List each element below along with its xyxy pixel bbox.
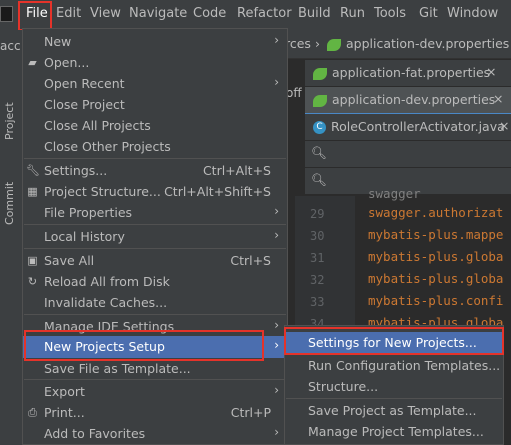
breadcrumb-file[interactable]: application-dev.properties	[327, 36, 509, 51]
side-panel-text: off	[286, 86, 302, 100]
menu-build[interactable]: Build	[298, 6, 331, 21]
menu-item-close-all-projects[interactable]: Close All Projects	[23, 115, 287, 136]
menu-code[interactable]: Code	[193, 6, 226, 21]
menu-item-add-to-favorites[interactable]: Add to Favorites ›	[23, 423, 287, 444]
line-number: 30	[310, 229, 325, 243]
chevron-right-icon: ›	[274, 204, 279, 218]
breadcrumb-path[interactable]: rces	[285, 36, 311, 51]
search-icon: 🔍︎	[311, 172, 327, 187]
spring-leaf-icon	[327, 38, 341, 51]
menu-item-export[interactable]: Export ›	[23, 381, 287, 402]
file-menu-highlight	[18, 1, 52, 31]
spring-leaf-icon	[313, 67, 327, 80]
line-number: 31	[310, 251, 325, 265]
class-icon: C	[313, 121, 326, 134]
code-line-partial: swagger	[368, 186, 421, 201]
code-line: mybatis-plus.mappe	[368, 227, 504, 242]
menu-separator	[24, 248, 286, 249]
chevron-right-icon: ›	[274, 75, 279, 89]
line-number: 29	[310, 207, 325, 221]
tab-application-dev[interactable]: application-dev.properties ×	[305, 87, 511, 115]
breadcrumb: rces › application-dev.properties	[285, 30, 511, 59]
save-icon: ▣	[27, 254, 38, 267]
line-number: 32	[310, 273, 325, 287]
tab-application-fat[interactable]: application-fat.properties ×	[305, 60, 511, 86]
chevron-right-icon: ›	[274, 338, 279, 352]
chevron-right-icon: ›	[274, 318, 279, 332]
folder-icon: ▰	[28, 56, 37, 69]
tab-label: application-fat.properties	[332, 65, 491, 80]
menu-separator	[24, 158, 286, 159]
menu-separator	[24, 314, 286, 315]
tab-label: application-dev.properties	[332, 92, 496, 107]
menu-item-file-properties[interactable]: File Properties ›	[23, 202, 287, 223]
submenu-item-structure[interactable]: Structure...	[285, 376, 503, 397]
partial-project-name: acc	[0, 39, 21, 53]
breadcrumb-separator: ›	[315, 36, 320, 51]
code-line: mybatis-plus.globa	[368, 271, 504, 286]
menu-item-reload-all[interactable]: ↻ Reload All from Disk	[23, 271, 287, 292]
chevron-right-icon: ›	[274, 228, 279, 242]
chevron-right-icon: ›	[274, 33, 279, 47]
tab-role-controller-activator[interactable]: C RoleControllerActivator.java ×	[305, 114, 511, 140]
submenu-item-manage-project-templates[interactable]: Manage Project Templates...	[285, 421, 503, 442]
submenu-item-save-project-as-template[interactable]: Save Project as Template...	[285, 400, 503, 421]
close-icon[interactable]: ×	[493, 91, 503, 106]
line-number: 33	[310, 295, 325, 309]
menu-tools[interactable]: Tools	[374, 6, 406, 21]
file-menu-dropdown: New › ▰ Open... Open Recent › Close Project…	[22, 28, 288, 445]
commit-tool-tab[interactable]: Commit	[3, 182, 16, 225]
menu-refactor[interactable]: Refactor	[237, 6, 292, 21]
search-icon: 🔍︎	[311, 145, 327, 160]
menu-separator	[286, 398, 502, 399]
menu-item-print[interactable]: ⎙ Print... Ctrl+P	[23, 402, 287, 423]
menu-item-invalidate-caches[interactable]: Invalidate Caches...	[23, 292, 287, 313]
menu-edit[interactable]: Edit	[56, 6, 81, 21]
menu-item-open[interactable]: ▰ Open...	[23, 52, 287, 73]
menu-view[interactable]: View	[90, 6, 121, 21]
menu-item-close-project[interactable]: Close Project	[23, 94, 287, 115]
submenu-item-run-configuration-templates[interactable]: Run Configuration Templates...	[285, 355, 503, 376]
code-line: swagger.authorizat	[368, 205, 504, 220]
settings-for-new-projects-highlight	[284, 327, 504, 355]
menu-bar: File Edit View Navigate Code Refactor Bu…	[0, 0, 511, 31]
menu-window[interactable]: Window	[447, 6, 498, 21]
left-tool-strip: acc Project Commit	[0, 30, 23, 445]
close-icon[interactable]: ×	[486, 64, 496, 79]
menu-separator	[24, 224, 286, 225]
menu-item-settings[interactable]: 🔧︎ Settings... Ctrl+Alt+S	[23, 160, 287, 181]
reload-icon: ↻	[27, 275, 38, 288]
menu-separator	[24, 379, 286, 380]
ide-logo-icon	[0, 6, 13, 22]
spring-leaf-icon	[313, 94, 327, 107]
menu-item-save-all[interactable]: ▣ Save All Ctrl+S	[23, 250, 287, 271]
close-icon[interactable]: ×	[499, 118, 509, 133]
menu-item-save-file-as-template[interactable]: Save File as Template...	[23, 358, 287, 379]
menu-item-open-recent[interactable]: Open Recent ›	[23, 73, 287, 94]
menu-item-new[interactable]: New ›	[23, 31, 287, 52]
menu-run[interactable]: Run	[340, 6, 365, 21]
project-tool-tab[interactable]: Project	[3, 102, 16, 140]
menu-git[interactable]: Git	[419, 6, 438, 21]
menu-item-project-structure[interactable]: ▦ Project Structure... Ctrl+Alt+Shift+S	[23, 181, 287, 202]
code-line: mybatis-plus.globa	[368, 249, 504, 264]
code-line: mybatis-plus.confi	[368, 293, 504, 308]
search-field[interactable]: 🔍︎	[305, 141, 511, 168]
menu-item-local-history[interactable]: Local History ›	[23, 226, 287, 247]
menu-item-close-other-projects[interactable]: Close Other Projects	[23, 136, 287, 157]
new-projects-setup-highlight	[24, 330, 264, 361]
project-structure-icon: ▦	[27, 185, 38, 198]
tab-label: RoleControllerActivator.java	[331, 119, 505, 134]
menu-navigate[interactable]: Navigate	[129, 6, 187, 21]
chevron-right-icon: ›	[274, 383, 279, 397]
wrench-icon: 🔧︎	[26, 164, 40, 177]
print-icon: ⎙	[28, 406, 37, 419]
chevron-right-icon: ›	[274, 425, 279, 439]
